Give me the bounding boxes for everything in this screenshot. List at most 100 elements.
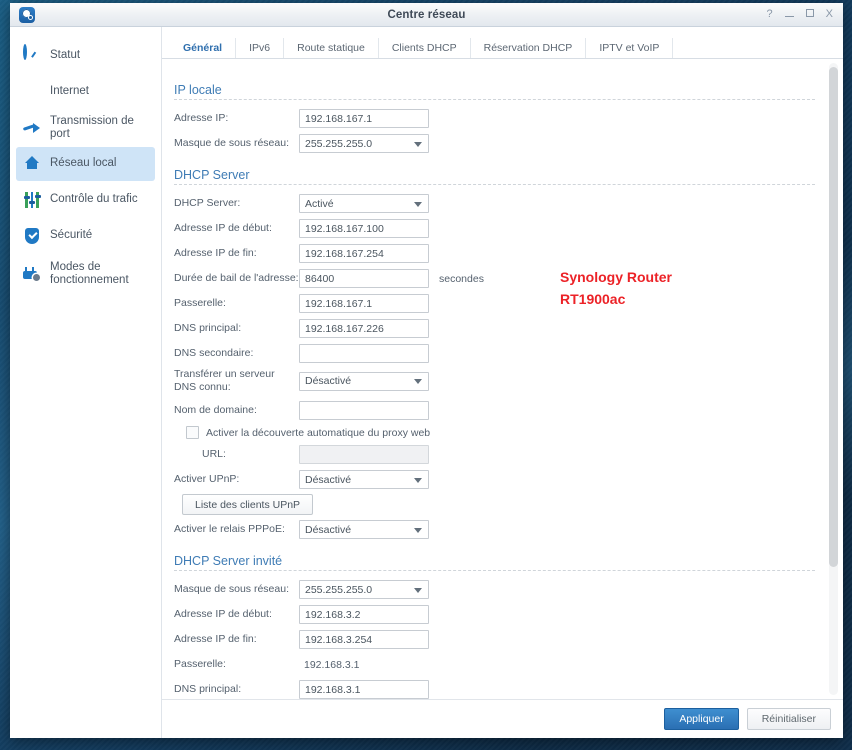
minimize-icon[interactable] — [784, 9, 794, 20]
row-dns-secondaire: DNS secondaire: — [174, 343, 821, 364]
label-passerelle: Passerelle: — [174, 296, 226, 309]
tab-bar: Général IPv6 Route statique Clients DHCP… — [162, 38, 843, 59]
section-divider — [174, 184, 815, 185]
row-guest-masque: Masque de sous réseau: 255.255.255.0 — [174, 579, 821, 600]
label-guest-dns-principal: DNS principal: — [174, 683, 242, 696]
select-upnp[interactable]: Désactivé — [299, 470, 429, 490]
row-duree-bail: Durée de bail de l'adresse: 86400 second… — [174, 268, 821, 289]
label-guest-ip-fin: Adresse IP de fin: — [174, 633, 257, 646]
sidebar-item-controle-du-trafic[interactable]: Contrôle du trafic — [16, 183, 155, 217]
tab-iptv-et-voip[interactable]: IPTV et VoIP — [586, 38, 674, 58]
network-center-window: Centre réseau ? X Statut Internet Transm… — [10, 3, 843, 738]
section-title-ip-locale: IP locale — [174, 83, 222, 97]
section-title-dhcp-server-invite: DHCP Server invité — [174, 554, 283, 569]
row-url: URL: — [174, 444, 821, 465]
close-icon[interactable]: X — [826, 9, 833, 20]
input-guest-dns-principal[interactable]: 192.168.3.1 — [299, 680, 429, 699]
tab-route-statique[interactable]: Route statique — [284, 38, 379, 58]
select-guest-masque[interactable]: 255.255.255.0 — [299, 580, 429, 600]
input-adresse-ip[interactable]: 192.168.167.1 — [299, 109, 429, 128]
chevron-down-icon — [414, 141, 422, 147]
chevron-down-icon — [414, 201, 422, 207]
sidebar-item-securite[interactable]: Sécurité — [16, 219, 155, 253]
sliders-icon — [22, 190, 42, 210]
row-transferer-dns: Transférer un serveur DNS connu: Désacti… — [174, 368, 821, 394]
label-dhcp-server: DHCP Server: — [174, 196, 241, 209]
label-masque-sous-reseau: Masque de sous réseau: — [174, 136, 289, 149]
gauge-icon — [22, 44, 42, 66]
chevron-down-icon — [414, 379, 422, 385]
section-divider — [174, 570, 815, 572]
apply-button[interactable]: Appliquer — [664, 708, 739, 730]
tab-general[interactable]: Général — [170, 38, 237, 58]
input-guest-ip-fin[interactable]: 192.168.3.254 — [299, 630, 429, 650]
sidebar-item-label: Transmission de port — [50, 114, 134, 140]
shield-icon — [22, 226, 42, 246]
sidebar-item-label: Internet — [50, 85, 89, 98]
input-dns-principal[interactable]: 192.168.167.226 — [299, 319, 429, 338]
row-passerelle: Passerelle: 192.168.167.1 — [174, 293, 821, 314]
help-icon[interactable]: ? — [767, 9, 773, 20]
select-value: Activé — [305, 197, 334, 210]
input-duree-bail[interactable]: 86400 — [299, 269, 429, 288]
label-nom-domaine: Nom de domaine: — [174, 404, 257, 417]
label-proxy-auto-discovery: Activer la découverte automatique du pro… — [206, 426, 431, 439]
label-guest-masque: Masque de sous réseau: — [174, 583, 289, 596]
sidebar-item-label: Contrôle du trafic — [50, 193, 138, 206]
tab-ipv6[interactable]: IPv6 — [236, 38, 285, 58]
input-ip-debut[interactable]: 192.168.167.100 — [299, 219, 429, 238]
window-controls: ? X — [767, 9, 843, 20]
chevron-down-icon — [414, 477, 422, 483]
sidebar-item-label: Réseau local — [50, 157, 117, 170]
row-proxy-checkbox: Activer la découverte automatique du pro… — [174, 426, 821, 440]
reset-button[interactable]: Réinitialiser — [746, 708, 831, 730]
modes-icon — [22, 264, 42, 284]
unit-secondes: secondes — [439, 272, 484, 285]
sidebar: Statut Internet Transmission de port Rés… — [10, 27, 162, 738]
checkbox-proxy-auto-discovery[interactable] — [186, 426, 199, 440]
window-titlebar[interactable]: Centre réseau ? X — [10, 3, 843, 27]
row-pppoe: Activer le relais PPPoE: Désactivé — [174, 519, 821, 540]
label-guest-passerelle: Passerelle: — [174, 658, 226, 671]
label-dns-principal: DNS principal: — [174, 321, 242, 334]
row-dns-principal: DNS principal: 192.168.167.226 — [174, 318, 821, 339]
row-guest-ip-fin: Adresse IP de fin: 192.168.3.254 — [174, 629, 821, 650]
upnp-clients-list-button[interactable]: Liste des clients UPnP — [182, 494, 314, 516]
chevron-down-icon — [414, 587, 422, 593]
input-url[interactable] — [299, 445, 429, 465]
select-masque-sous-reseau[interactable]: 255.255.255.0 — [299, 134, 429, 153]
tab-reservation-dhcp[interactable]: Réservation DHCP — [471, 38, 587, 58]
scrollbar-thumb[interactable] — [829, 67, 838, 567]
label-transferer-dns: Transférer un serveur DNS connu: — [174, 368, 275, 394]
sidebar-item-statut[interactable]: Statut — [16, 39, 155, 73]
label-duree-bail: Durée de bail de l'adresse: — [174, 271, 299, 284]
tab-clients-dhcp[interactable]: Clients DHCP — [379, 38, 471, 58]
section-divider — [174, 99, 815, 100]
maximize-icon[interactable] — [805, 9, 814, 20]
label-dns-secondaire: DNS secondaire: — [174, 346, 254, 359]
row-adresse-ip: Adresse IP: 192.168.167.1 — [174, 108, 821, 129]
select-dhcp-server[interactable]: Activé — [299, 194, 429, 213]
sidebar-item-modes-de-fonctionnement[interactable]: Modes de fonctionnement — [16, 255, 155, 293]
input-nom-domaine[interactable] — [299, 401, 429, 421]
row-masque-sous-reseau: Masque de sous réseau: 255.255.255.0 — [174, 133, 821, 154]
input-guest-ip-debut[interactable]: 192.168.3.2 — [299, 605, 429, 625]
input-dns-secondaire[interactable] — [299, 344, 429, 363]
footer-actions: Appliquer Réinitialiser — [162, 699, 843, 738]
select-value: 255.255.255.0 — [305, 583, 373, 596]
section-title-dhcp-server: DHCP Server — [174, 168, 250, 182]
select-transferer-dns[interactable]: Désactivé — [299, 371, 429, 391]
row-guest-passerelle: Passerelle: 192.168.3.1 — [174, 654, 821, 675]
row-ip-debut: Adresse IP de début: 192.168.167.100 — [174, 218, 821, 239]
window-title: Centre réseau — [387, 8, 466, 21]
input-ip-fin[interactable]: 192.168.167.254 — [299, 244, 429, 263]
sidebar-item-label: Statut — [50, 49, 81, 62]
sidebar-item-transmission-de-port[interactable]: Transmission de port — [16, 111, 155, 145]
label-ip-fin: Adresse IP de fin: — [174, 246, 257, 259]
sidebar-item-internet[interactable]: Internet — [16, 75, 155, 109]
select-pppoe[interactable]: Désactivé — [299, 520, 429, 540]
value-guest-passerelle: 192.168.3.1 — [304, 658, 360, 671]
sidebar-item-reseau-local[interactable]: Réseau local — [16, 147, 155, 181]
input-passerelle[interactable]: 192.168.167.1 — [299, 294, 429, 313]
chevron-down-icon — [414, 527, 422, 533]
